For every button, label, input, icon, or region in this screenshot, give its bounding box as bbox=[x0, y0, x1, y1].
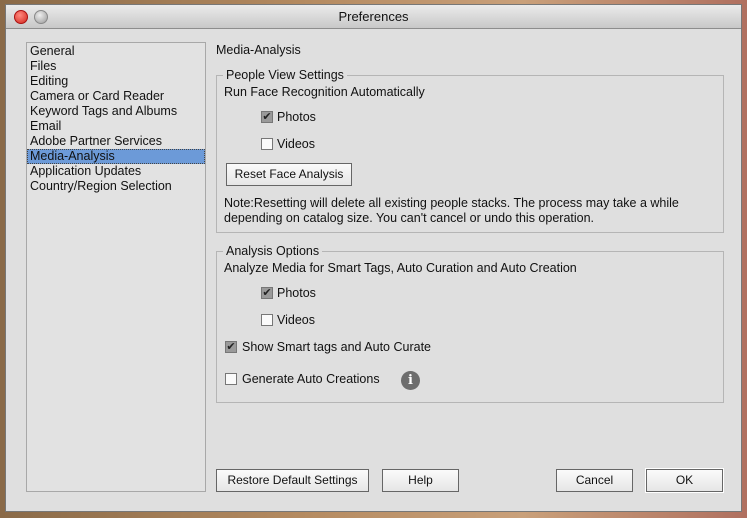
analysis-options-legend: Analysis Options bbox=[223, 244, 323, 258]
help-button[interactable]: Help bbox=[382, 469, 459, 492]
sidebar-item-general[interactable]: General bbox=[27, 44, 205, 59]
minimize-icon[interactable] bbox=[34, 10, 48, 24]
analysis-photos-label: Photos bbox=[277, 286, 316, 300]
face-recognition-heading: Run Face Recognition Automatically bbox=[224, 85, 425, 99]
sidebar-item-email[interactable]: Email bbox=[27, 119, 205, 134]
preferences-window: Preferences General Files Editing Camera… bbox=[5, 4, 742, 512]
people-videos-checkbox[interactable] bbox=[261, 138, 273, 150]
people-view-group: People View Settings Run Face Recognitio… bbox=[216, 68, 724, 233]
auto-creations-label: Generate Auto Creations bbox=[242, 372, 380, 386]
sidebar-item-camera[interactable]: Camera or Card Reader bbox=[27, 89, 205, 104]
sidebar-item-editing[interactable]: Editing bbox=[27, 74, 205, 89]
analysis-videos-label: Videos bbox=[277, 313, 315, 327]
sidebar-item-adobe-partner[interactable]: Adobe Partner Services bbox=[27, 134, 205, 149]
people-photos-label: Photos bbox=[277, 110, 316, 124]
page-title: Media-Analysis bbox=[216, 43, 301, 57]
people-videos-label: Videos bbox=[277, 137, 315, 151]
sidebar-item-country-region[interactable]: Country/Region Selection bbox=[27, 179, 205, 194]
reset-note-line1: Note:Resetting will delete all existing … bbox=[224, 196, 679, 210]
sidebar-item-files[interactable]: Files bbox=[27, 59, 205, 74]
close-icon[interactable] bbox=[14, 10, 28, 24]
restore-default-settings-button[interactable]: Restore Default Settings bbox=[216, 469, 369, 492]
cancel-button[interactable]: Cancel bbox=[556, 469, 633, 492]
analysis-options-group: Analysis Options Analyze Media for Smart… bbox=[216, 244, 724, 403]
sidebar-item-application-updates[interactable]: Application Updates bbox=[27, 164, 205, 179]
smart-tags-checkbox[interactable]: ✔ bbox=[225, 341, 237, 353]
smart-tags-label: Show Smart tags and Auto Curate bbox=[242, 340, 431, 354]
auto-creations-checkbox[interactable] bbox=[225, 373, 237, 385]
analyze-media-heading: Analyze Media for Smart Tags, Auto Curat… bbox=[224, 261, 577, 275]
reset-note-line2: depending on catalog size. You can't can… bbox=[224, 211, 595, 225]
sidebar-item-media-analysis[interactable]: Media-Analysis bbox=[27, 149, 205, 164]
category-list[interactable]: General Files Editing Camera or Card Rea… bbox=[26, 42, 206, 492]
people-view-legend: People View Settings bbox=[223, 68, 347, 82]
people-photos-checkbox[interactable]: ✔ bbox=[261, 111, 273, 123]
window-title: Preferences bbox=[338, 9, 409, 24]
analysis-videos-checkbox[interactable] bbox=[261, 314, 273, 326]
reset-face-analysis-button[interactable]: Reset Face Analysis bbox=[226, 163, 352, 186]
title-bar: Preferences bbox=[6, 5, 741, 29]
sidebar-item-keyword-tags[interactable]: Keyword Tags and Albums bbox=[27, 104, 205, 119]
ok-button[interactable]: OK bbox=[646, 469, 723, 492]
info-icon[interactable]: i bbox=[401, 371, 420, 390]
analysis-photos-checkbox[interactable]: ✔ bbox=[261, 287, 273, 299]
